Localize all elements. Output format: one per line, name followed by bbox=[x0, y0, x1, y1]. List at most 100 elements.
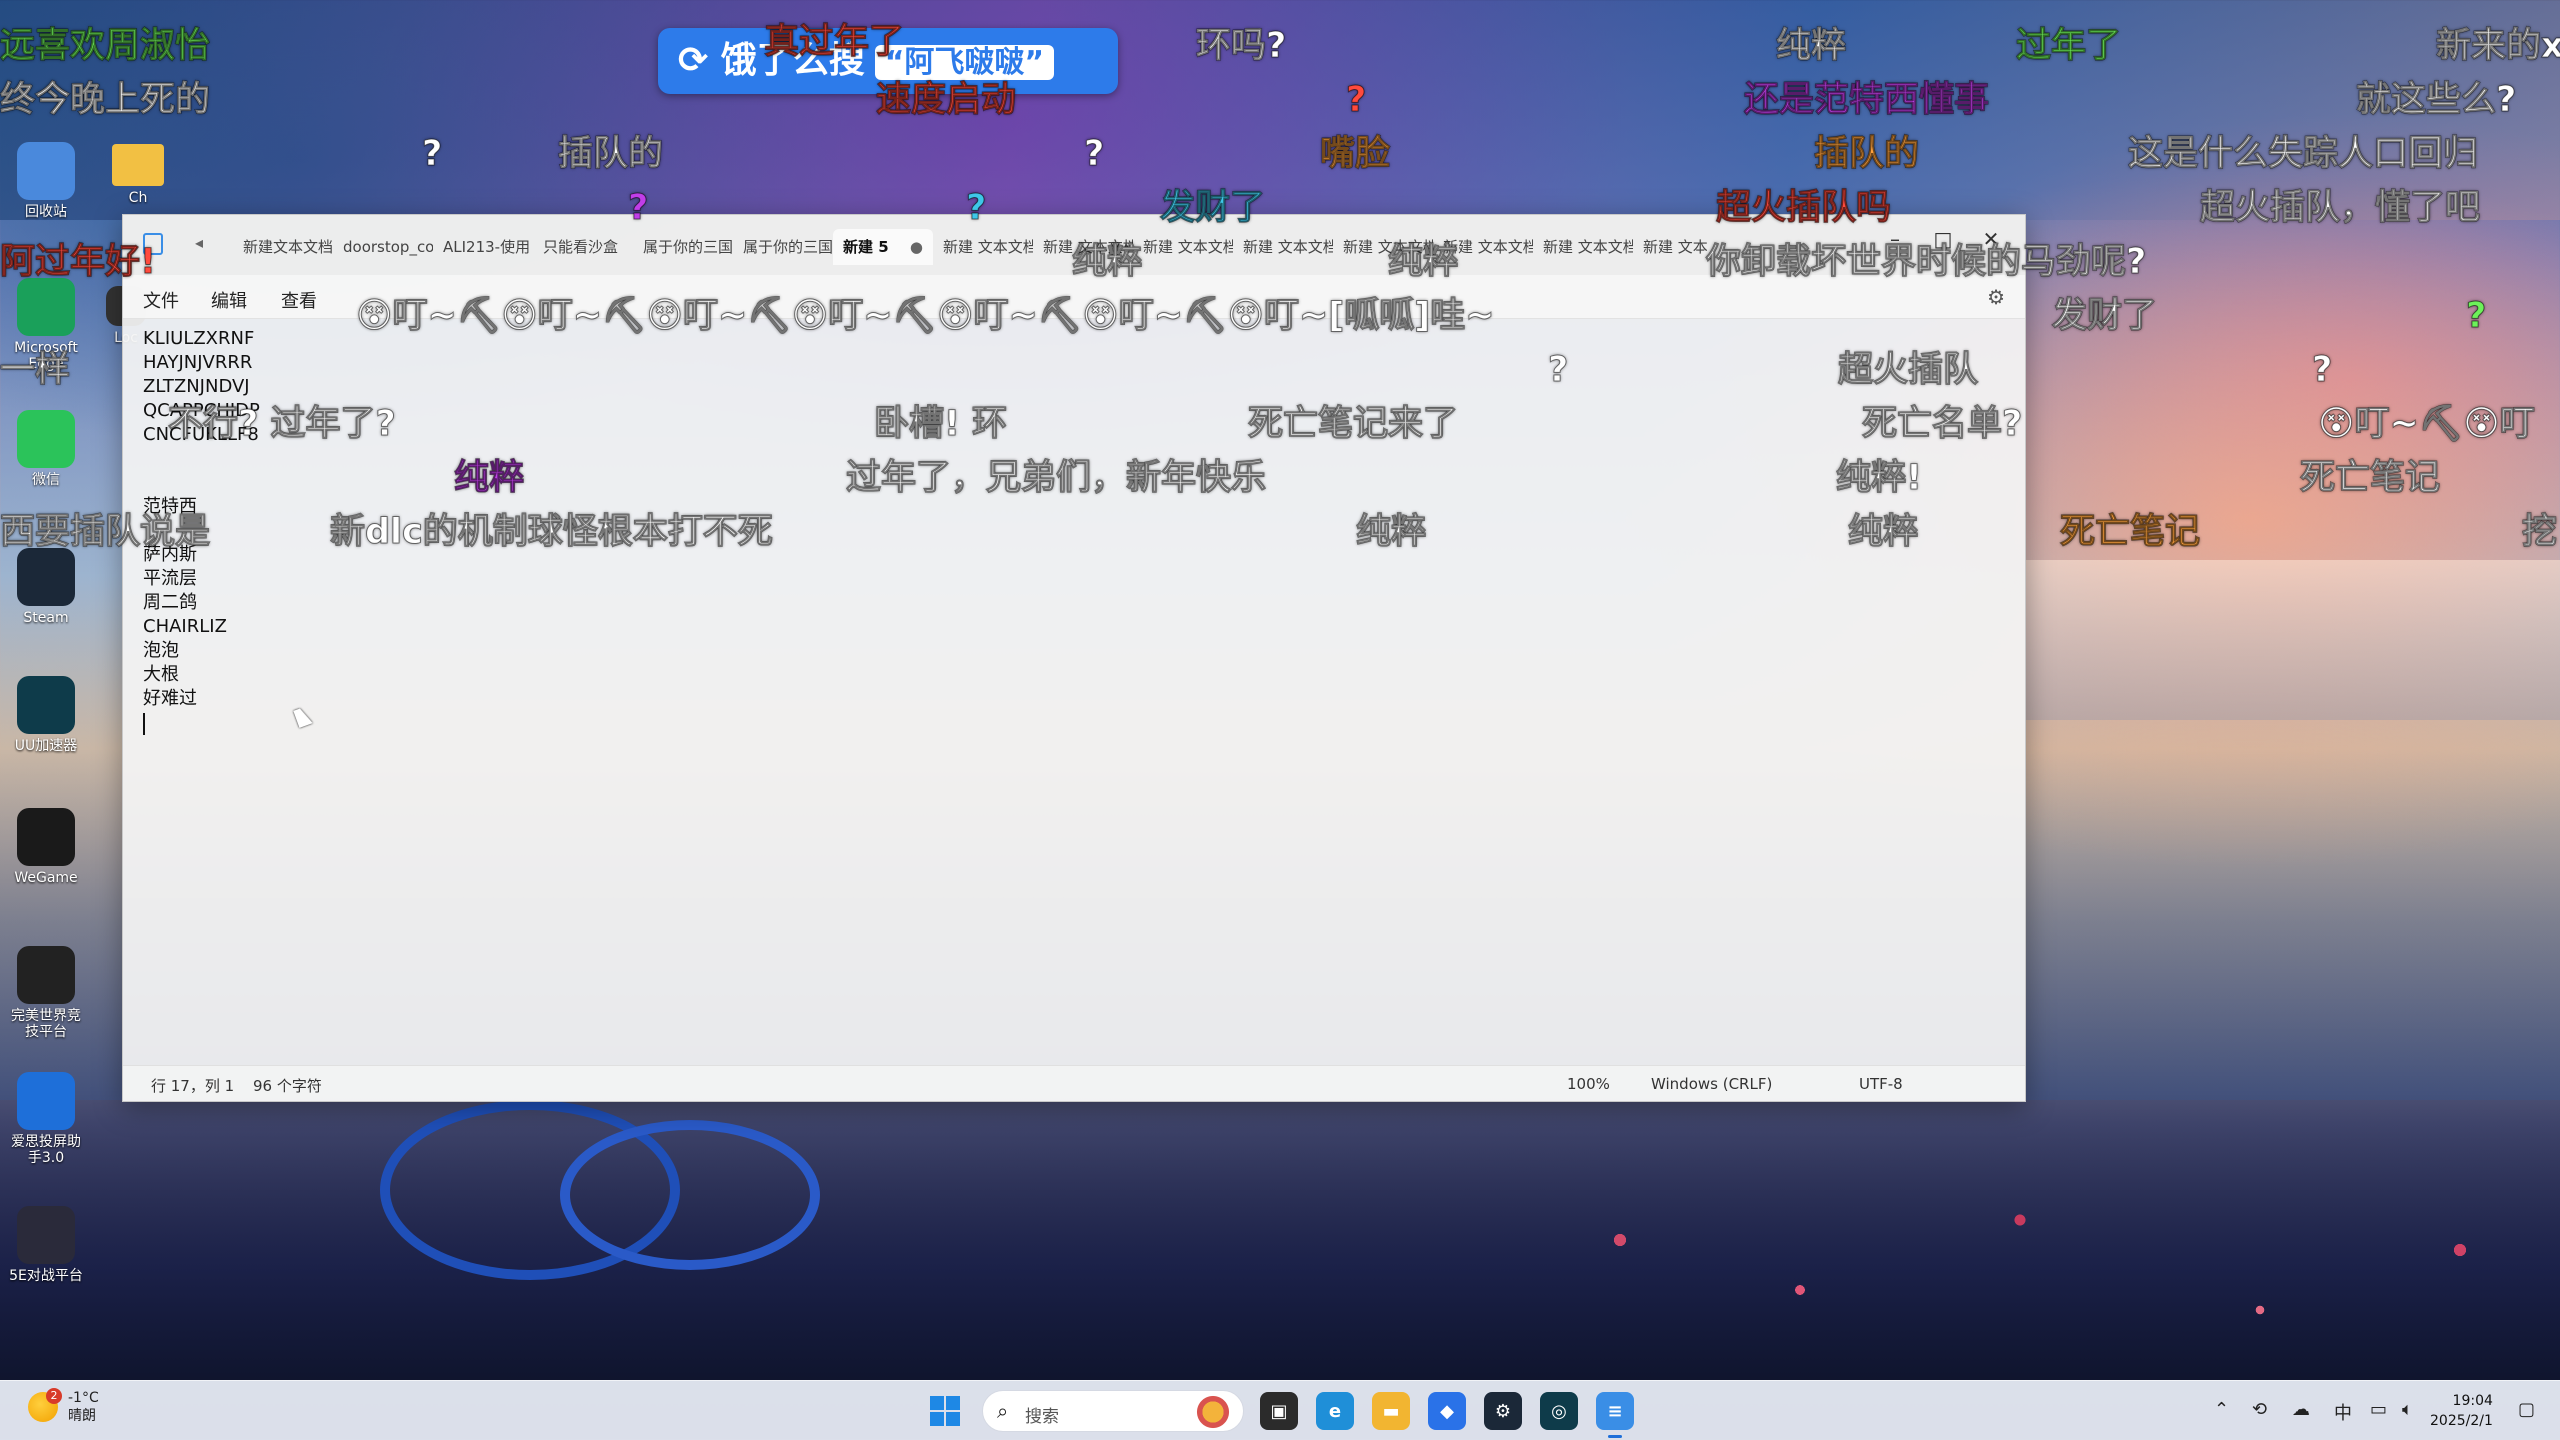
danmaku-comment: ? bbox=[1345, 80, 1367, 121]
text-editor[interactable]: KLIULZXRNF HAYJNJVRRR ZLTZNJNDVJ QCAPPCHJDP… bbox=[143, 327, 2003, 1027]
danmaku-comment: ? bbox=[2311, 350, 2333, 391]
network-icon[interactable]: ▭ bbox=[2370, 1399, 2387, 1420]
desktop-icon[interactable]: 5E对战平台 bbox=[6, 1206, 86, 1284]
folder-icon bbox=[112, 144, 164, 186]
weather-desc: 晴朗 bbox=[68, 1408, 96, 1424]
tab[interactable]: 新建 文本文档 bbox=[1433, 229, 1533, 265]
desktop-icon[interactable]: Microsoft Edge bbox=[6, 278, 86, 372]
gear-icon[interactable]: ⚙ bbox=[1987, 285, 2005, 309]
desktop-icon[interactable]: WeGame bbox=[6, 808, 86, 886]
desktop-icon-label: Steam bbox=[23, 610, 69, 626]
perfect-world-icon bbox=[17, 946, 75, 1004]
notepad-icon bbox=[143, 233, 163, 255]
taskbar: 2 -1°C 晴朗 ⌕ 搜索 ▣ e ▬ ◆ ⚙ ◎ ≡ ⌃ ⟲ ☁ 中 ▭ 🔈︎ 19:0… bbox=[0, 1380, 2560, 1440]
task-view-icon[interactable]: ▣ bbox=[1260, 1392, 1298, 1430]
text-line: KLIULZXRNF bbox=[143, 328, 255, 349]
edge-icon[interactable]: e bbox=[1316, 1392, 1354, 1430]
tab[interactable]: ALI213-使用 bbox=[433, 229, 533, 265]
tab[interactable]: 新建 文本文档 bbox=[1233, 229, 1333, 265]
tab-label: 新建 文本文档 bbox=[1043, 238, 1133, 256]
tab[interactable]: 属于你的三国 bbox=[733, 229, 833, 265]
steam-icon[interactable]: ⚙ bbox=[1484, 1392, 1522, 1430]
tab[interactable]: 新建 文本文档 bbox=[1033, 229, 1133, 265]
start-button[interactable] bbox=[930, 1396, 960, 1426]
tab[interactable]: 新建 文本 bbox=[1633, 229, 1733, 265]
tab[interactable]: 属于你的三国 bbox=[633, 229, 733, 265]
menu-file[interactable]: 文件 bbox=[143, 287, 179, 313]
uu-accelerator-icon[interactable]: ◎ bbox=[1540, 1392, 1578, 1430]
tab[interactable]: doorstop_co bbox=[333, 229, 433, 265]
tab[interactable]: 只能看沙盒 bbox=[533, 229, 633, 265]
minimize-button[interactable]: – bbox=[1875, 227, 1915, 251]
desktop-icon[interactable]: Steam bbox=[6, 548, 86, 626]
unsaved-dot-icon[interactable]: ● bbox=[910, 229, 923, 265]
weather-text: -1°C 晴朗 bbox=[68, 1389, 99, 1425]
tray-chevron-icon[interactable]: ⌃ bbox=[2214, 1399, 2229, 1420]
desktop-icon[interactable]: 完美世界竞技平台 bbox=[6, 946, 86, 1040]
tab-label: 新建 5 bbox=[843, 238, 889, 256]
danmaku-comment: ? bbox=[1083, 134, 1105, 175]
notepad-icon[interactable]: ≡ bbox=[1596, 1392, 1634, 1438]
text-line: 好难过 bbox=[143, 688, 197, 709]
clock-time: 19:04 bbox=[2452, 1393, 2493, 1409]
ime-indicator[interactable]: 中 bbox=[2334, 1399, 2352, 1425]
tab[interactable]: 新建 文本文档 bbox=[1133, 229, 1233, 265]
wallpaper-flowers bbox=[1500, 1180, 2560, 1370]
search-highlight-icon bbox=[1193, 1395, 1233, 1429]
desktop-icon[interactable]: 微信 bbox=[6, 410, 86, 488]
danmaku-comment: ? bbox=[421, 134, 443, 175]
maximize-button[interactable]: □ bbox=[1923, 227, 1963, 251]
danmaku-comment: 插队的 bbox=[557, 134, 664, 175]
uu-accelerator-icon bbox=[17, 676, 75, 734]
file-explorer-icon[interactable]: ▬ bbox=[1372, 1392, 1410, 1430]
windows-logo-icon bbox=[930, 1412, 944, 1426]
desktop-icon-label: 回收站 bbox=[25, 204, 67, 220]
search-box[interactable]: ⌕ 搜索 bbox=[982, 1390, 1244, 1432]
danmaku-comment: 过年了 bbox=[2015, 26, 2122, 67]
tab-label: 新建 文本文档 bbox=[943, 238, 1033, 256]
5e-icon bbox=[17, 1206, 75, 1264]
tab-scroll-left-button[interactable]: ◂ bbox=[195, 233, 203, 252]
tab[interactable]: 新建 文本文档 bbox=[1533, 229, 1633, 265]
notepad-window[interactable]: ◂ 新建文本文档 doorstop_co ALI213-使用 只能看沙盒 属于你的三国属… bbox=[122, 214, 2026, 1102]
notification-icon[interactable]: ▢ bbox=[2518, 1399, 2535, 1420]
status-zoom[interactable]: 100% bbox=[1567, 1075, 1610, 1093]
weather-temp: -1°C bbox=[68, 1390, 99, 1406]
weather-widget[interactable]: 2 -1°C 晴朗 bbox=[28, 1388, 99, 1425]
close-button[interactable]: ✕ bbox=[1971, 227, 2011, 251]
tab[interactable]: 新建 文本文档 bbox=[1333, 229, 1433, 265]
danmaku-comment: ? bbox=[2465, 296, 2487, 337]
desktop-icon[interactable]: 爱思投屏助手3.0 bbox=[6, 1072, 86, 1166]
text-line: CNCFUKLLF8 bbox=[143, 424, 259, 445]
danmaku-comment: 纯粹 bbox=[1775, 26, 1847, 67]
status-encoding[interactable]: UTF-8 bbox=[1859, 1075, 1903, 1093]
danmaku-comment: 挖 bbox=[2521, 512, 2558, 553]
menu-view[interactable]: 查看 bbox=[281, 287, 317, 313]
menu-edit[interactable]: 编辑 bbox=[211, 287, 247, 313]
tab[interactable]: 新建 文本文档 bbox=[933, 229, 1033, 265]
tab[interactable]: 新建 5 ● bbox=[833, 229, 933, 265]
app-blue-icon[interactable]: ◆ bbox=[1428, 1392, 1466, 1430]
desktop-icon-label: 5E对战平台 bbox=[9, 1268, 83, 1284]
cloud-icon[interactable]: ☁ bbox=[2292, 1399, 2310, 1420]
text-line: 萨内斯 bbox=[143, 544, 197, 565]
text-line: 泡泡 bbox=[143, 640, 179, 661]
desktop-icon-label: Microsoft Edge bbox=[14, 340, 78, 372]
volume-icon[interactable]: 🔈︎ bbox=[2402, 1399, 2413, 1420]
ad-banner-highlight: “阿飞啵啵” bbox=[874, 45, 1055, 80]
desktop-icon-label: WeGame bbox=[14, 870, 78, 886]
tab-label: 新建 文本文档 bbox=[1343, 238, 1433, 256]
danmaku-comment: 😵叮~⛏😵叮 bbox=[2318, 404, 2536, 445]
tab[interactable]: 新建文本文档 bbox=[233, 229, 333, 265]
status-line-ending[interactable]: Windows (CRLF) bbox=[1651, 1075, 1772, 1093]
clock[interactable]: 19:04 2025/2/1 bbox=[2430, 1391, 2493, 1431]
desktop-icon[interactable]: 回收站 bbox=[6, 142, 86, 220]
notification-badge: 2 bbox=[46, 1388, 62, 1404]
tab-label: 新建 文本文档 bbox=[1543, 238, 1633, 256]
tab-label: 新建 文本 bbox=[1643, 238, 1708, 256]
desktop-icon-folder[interactable]: Ch bbox=[98, 144, 178, 206]
tab-label: 新建文本文档 bbox=[243, 238, 333, 256]
title-bar[interactable]: ◂ 新建文本文档 doorstop_co ALI213-使用 只能看沙盒 属于你的三国属… bbox=[123, 215, 2025, 275]
sync-icon[interactable]: ⟲ bbox=[2252, 1399, 2267, 1420]
desktop-icon[interactable]: UU加速器 bbox=[6, 676, 86, 754]
